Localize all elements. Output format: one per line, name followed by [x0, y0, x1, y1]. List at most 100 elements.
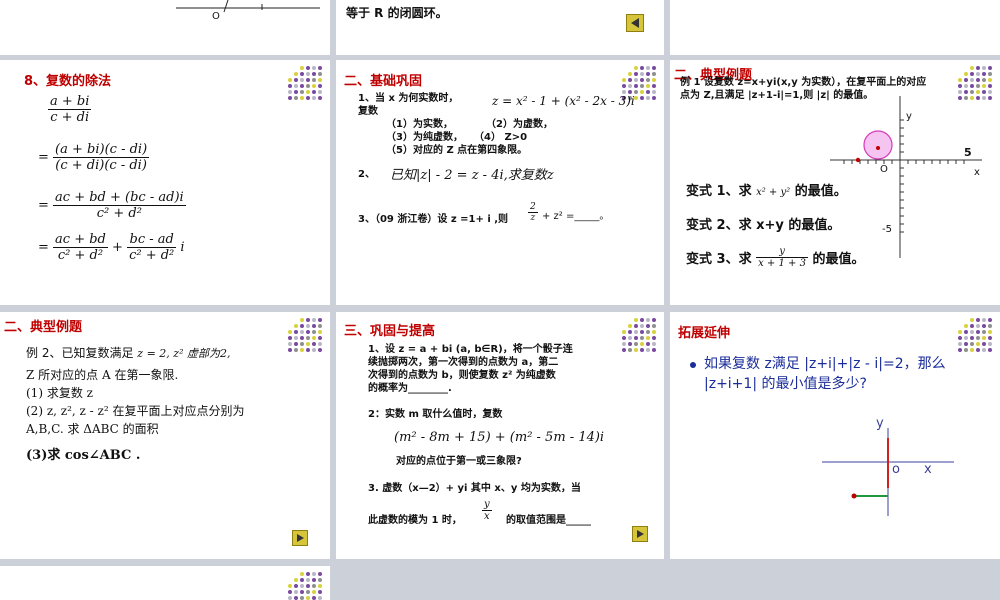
den: x — [484, 511, 490, 522]
x-axis-label: x — [924, 462, 932, 477]
decor-dot — [640, 90, 644, 94]
decor-dot — [318, 348, 322, 352]
decor-dot — [300, 596, 304, 600]
problem-2-line: 2：实数 m 取什么值时，复数 — [368, 409, 503, 420]
decor-dot — [306, 78, 310, 82]
slide-thumb-bottom[interactable] — [0, 566, 330, 600]
extension-axis-graph — [822, 428, 954, 516]
decor-dot — [634, 324, 638, 328]
axis-graph — [176, 0, 320, 13]
decor-dot — [646, 72, 650, 76]
decor-dot — [622, 84, 626, 88]
decor-dot — [634, 342, 638, 346]
decor-dot — [646, 330, 650, 334]
decor-dot — [288, 330, 292, 334]
decor-dot — [312, 578, 316, 582]
den: x + 1 + 3 — [758, 258, 806, 269]
slide-title: 二、基础巩固 — [344, 74, 423, 89]
decor-dot — [300, 90, 304, 94]
decor-dot — [288, 84, 292, 88]
decor-dot — [640, 348, 644, 352]
decor-dot — [312, 336, 316, 340]
decor-dot — [294, 348, 298, 352]
decor-dot — [312, 342, 316, 346]
decor-dot — [652, 66, 656, 70]
origin-label: O — [880, 164, 888, 175]
example-2-line6: (3)求 cos∠ABC . — [26, 448, 141, 463]
decor-dot — [628, 336, 632, 340]
decor-dot — [312, 90, 316, 94]
decor-dot — [646, 342, 650, 346]
problem-1-line1: 1、设 z = a + bi (a, b∈R)，将一个骰子连 — [368, 344, 573, 355]
decor-dot — [646, 324, 650, 328]
decor-dot — [300, 336, 304, 340]
slide-basic-review[interactable]: 二、基础巩固 1、当 x 为何实数时，复数 z = x² - 1 + (x² -… — [336, 60, 664, 305]
decor-dot — [628, 330, 632, 334]
decor-dot — [294, 596, 298, 600]
slide-thumb-top-middle[interactable]: 等于 R 的闭圆环。 — [336, 0, 664, 55]
variant-3-tail: 的最值。 — [812, 252, 865, 267]
decor-dot — [318, 596, 322, 600]
decor-dot — [318, 66, 322, 70]
decor-dot — [634, 348, 638, 352]
q1-part-1: （1）为实数， — [386, 119, 453, 130]
decor-dot — [646, 336, 650, 340]
problem-1-line4: 的概率为________. — [368, 383, 452, 394]
x-axis-label: x — [974, 167, 980, 178]
decor-dot — [634, 336, 638, 340]
den: c + di — [50, 110, 90, 125]
back-nav-button[interactable] — [626, 14, 644, 32]
decor-dot — [288, 78, 292, 82]
decor-dot — [294, 584, 298, 588]
variant-3: 变式 3、求 yx + 1 + 3 的最值。 — [686, 246, 865, 269]
decor-dot — [628, 84, 632, 88]
decor-dot — [294, 324, 298, 328]
num: y — [482, 499, 492, 511]
decor-dot — [294, 578, 298, 582]
decor-dot — [300, 348, 304, 352]
decor-dot — [288, 584, 292, 588]
slide-typical-example-1[interactable]: 二、典型例题 例 1 设复数 z=x+yi(x,y 为实数），在复平面上的对应点… — [670, 60, 1000, 305]
decor-dot — [306, 572, 310, 576]
fraction-step2: = ac + bd + (bc - ad)i c² + d² — [38, 190, 186, 221]
play-button[interactable] — [632, 526, 648, 542]
slide-extension[interactable]: 拓展延伸 如果复数 z满足 |z+i|+|z - i|=2，那么 |z+i+1|… — [670, 312, 1000, 559]
slide-thumb-top-left[interactable]: O — [0, 0, 330, 55]
decor-dot — [646, 84, 650, 88]
decor-dot — [312, 66, 316, 70]
decor-dot — [318, 324, 322, 328]
slide-complex-division[interactable]: 8、复数的除法 a + bi c + di = (a + bi)(c - di)(… — [0, 60, 330, 305]
decor-dot — [300, 324, 304, 328]
decor-dot — [640, 96, 644, 100]
slide-thumb-top-right[interactable] — [670, 0, 1000, 55]
problem-2-formula: (m² - 8m + 15) + (m² - 5m - 14)i — [394, 430, 605, 445]
decor-dot — [312, 78, 316, 82]
decor-dot — [318, 72, 322, 76]
q1-part-4: （4） Z>0 — [474, 132, 528, 143]
slide-title: 三、巩固与提高 — [344, 324, 436, 339]
num: a + bi — [48, 94, 92, 110]
decor-dot — [306, 84, 310, 88]
decor-dot — [312, 572, 316, 576]
decor-dot — [640, 342, 644, 346]
decor-dot — [288, 596, 292, 600]
play-button[interactable] — [292, 530, 308, 546]
decor-dot — [640, 330, 644, 334]
decor-dots-icon — [288, 318, 324, 354]
slide-consolidate[interactable]: 三、巩固与提高 1、设 z = a + bi (a, b∈R)，将一个骰子连 续… — [336, 312, 664, 559]
decor-dot — [300, 330, 304, 334]
decor-dot — [652, 90, 656, 94]
decor-dot — [300, 84, 304, 88]
den: (c + di)(c - di) — [55, 158, 147, 173]
num: y — [756, 246, 808, 258]
tick-5-label: 5 — [964, 146, 972, 159]
decor-dot — [652, 342, 656, 346]
decor-dot — [646, 90, 650, 94]
problem-1-line2: 续抛掷两次，第一次得到的点数为 a，第二 — [368, 357, 559, 368]
slide-typical-example-2[interactable]: 二、典型例题 例 2、已知复数满足 z = 2, z² 虚部为2, Z 所对应的… — [0, 312, 330, 559]
decor-dot — [628, 72, 632, 76]
slide-title: 二、典型例题 — [4, 320, 83, 335]
slide-title: 8、复数的除法 — [24, 74, 112, 89]
problem-1-line3: 次得到的点数为 b，则使复数 z² 为纯虚数 — [368, 370, 556, 381]
decor-dot — [294, 84, 298, 88]
